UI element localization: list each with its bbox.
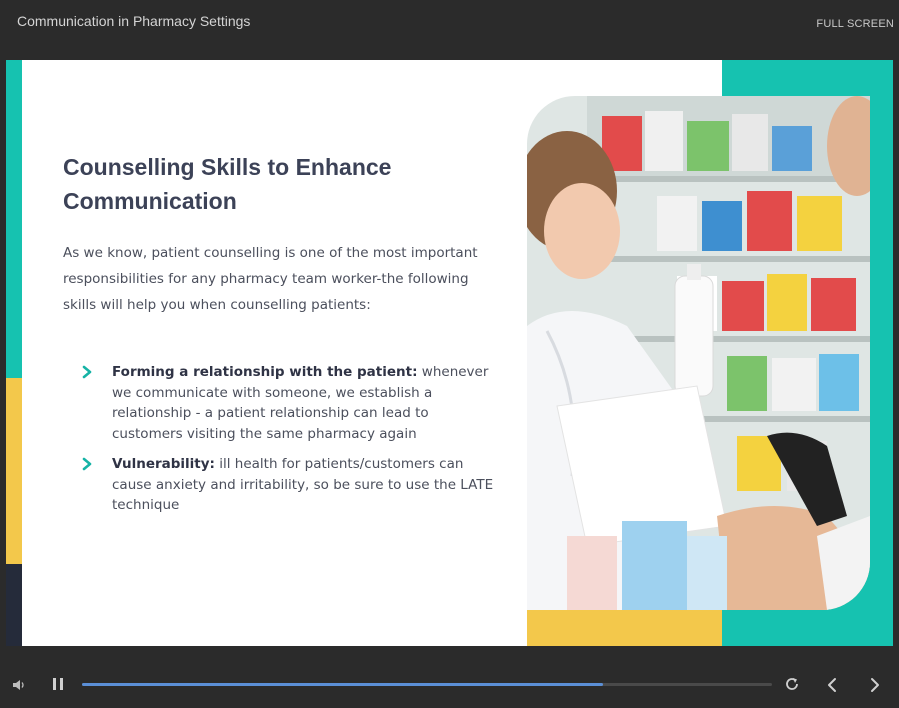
- next-icon[interactable]: [869, 676, 881, 694]
- left-accent-yellow: [6, 378, 22, 564]
- slide-canvas: Counselling Skills to Enhance Communicat…: [6, 60, 893, 646]
- list-item: Forming a relationship with the patient:…: [81, 362, 499, 444]
- slide-intro: As we know, patient counselling is one o…: [63, 245, 478, 313]
- slide-heading: Counselling Skills to Enhance Communicat…: [63, 154, 392, 214]
- pharmacist-photo: [527, 96, 870, 610]
- bullet-term: Vulnerability:: [112, 456, 215, 472]
- left-accent-navy: [6, 564, 22, 646]
- left-accent-teal: [6, 60, 22, 378]
- progress-bar[interactable]: [82, 683, 772, 686]
- bullet-term: Forming a relationship with the patient:: [112, 364, 418, 380]
- title-bar: Communication in Pharmacy Settings FULL …: [0, 0, 899, 48]
- volume-icon[interactable]: [11, 677, 27, 693]
- bottom-accent-yellow: [527, 610, 722, 646]
- skills-list: Forming a relationship with the patient:…: [63, 362, 493, 516]
- player-controls: [0, 662, 899, 708]
- chevron-right-icon: [82, 457, 92, 471]
- previous-icon[interactable]: [826, 676, 838, 694]
- course-title: Communication in Pharmacy Settings: [17, 13, 251, 29]
- slide-content: Counselling Skills to Enhance Communicat…: [63, 150, 493, 526]
- replay-icon[interactable]: [784, 676, 800, 692]
- pause-icon[interactable]: [52, 677, 64, 691]
- pharmacy-illustration: [527, 96, 870, 610]
- fullscreen-button[interactable]: FULL SCREEN: [816, 18, 894, 30]
- chevron-right-icon: [82, 365, 92, 379]
- progress-fill: [82, 683, 603, 686]
- list-item: Vulnerability: ill health for patients/c…: [81, 454, 499, 516]
